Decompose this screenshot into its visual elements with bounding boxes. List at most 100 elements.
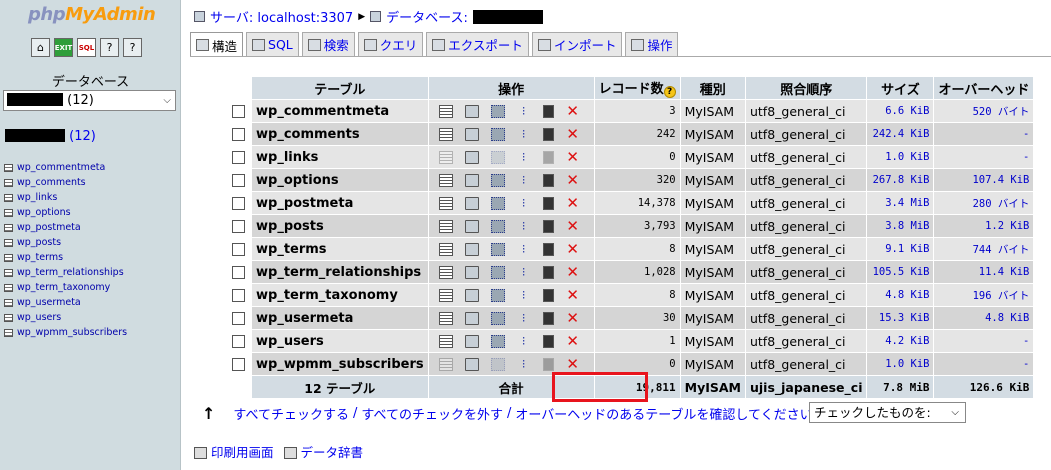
- empty-table-icon[interactable]: [542, 242, 554, 256]
- table-size[interactable]: 4.2 KiB: [867, 330, 934, 352]
- structure-icon[interactable]: [464, 150, 479, 164]
- drop-icon[interactable]: ✕: [566, 333, 580, 348]
- structure-icon[interactable]: [464, 288, 479, 302]
- row-checkbox[interactable]: [232, 196, 245, 210]
- browse-icon[interactable]: [438, 265, 453, 279]
- browse-icon[interactable]: [438, 150, 453, 164]
- drop-icon[interactable]: ✕: [566, 172, 580, 187]
- table-name[interactable]: wp_postmeta: [252, 192, 428, 214]
- browse-icon[interactable]: [438, 104, 453, 118]
- empty-table-icon[interactable]: [542, 173, 554, 187]
- insert-icon[interactable]: ⁝: [517, 265, 531, 279]
- browse-icon[interactable]: [438, 357, 453, 371]
- drop-icon[interactable]: ✕: [566, 241, 580, 256]
- search-icon[interactable]: [490, 196, 505, 210]
- drop-icon[interactable]: ✕: [566, 310, 580, 325]
- insert-icon[interactable]: ⁝: [517, 334, 531, 348]
- row-checkbox[interactable]: [232, 242, 245, 256]
- sidebar-table-item[interactable]: wp_commentmeta: [4, 160, 127, 175]
- table-overhead[interactable]: -: [934, 123, 1034, 145]
- table-size[interactable]: 3.8 MiB: [867, 215, 934, 237]
- insert-icon[interactable]: ⁝: [517, 196, 531, 210]
- empty-table-icon[interactable]: [542, 265, 554, 279]
- table-overhead[interactable]: 280 バイト: [934, 192, 1034, 214]
- header-table[interactable]: テーブル: [252, 77, 428, 99]
- sidebar-table-item[interactable]: wp_links: [4, 190, 127, 205]
- drop-icon[interactable]: ✕: [566, 149, 580, 164]
- empty-table-icon[interactable]: [542, 219, 554, 233]
- table-size[interactable]: 242.4 KiB: [867, 123, 934, 145]
- exit-icon[interactable]: EXIT: [54, 38, 73, 57]
- search-icon[interactable]: [490, 357, 505, 371]
- row-checkbox[interactable]: [232, 173, 245, 187]
- table-overhead[interactable]: 4.8 KiB: [934, 307, 1034, 329]
- structure-icon[interactable]: [464, 104, 479, 118]
- table-size[interactable]: 1.0 KiB: [867, 353, 934, 375]
- table-overhead[interactable]: -: [934, 330, 1034, 352]
- uncheck-all-link[interactable]: すべてのチェックを外す: [361, 404, 503, 423]
- table-overhead[interactable]: -: [934, 146, 1034, 168]
- row-checkbox[interactable]: [232, 104, 245, 118]
- table-name[interactable]: wp_commentmeta: [252, 100, 428, 122]
- table-name[interactable]: wp_posts: [252, 215, 428, 237]
- search-icon[interactable]: [490, 104, 505, 118]
- search-icon[interactable]: [490, 265, 505, 279]
- drop-icon[interactable]: ✕: [566, 195, 580, 210]
- browse-icon[interactable]: [438, 311, 453, 325]
- sidebar-table-item[interactable]: wp_posts: [4, 235, 127, 250]
- table-name[interactable]: wp_term_relationships: [252, 261, 428, 283]
- database-link[interactable]: (12): [5, 129, 96, 144]
- browse-icon[interactable]: [438, 196, 453, 210]
- insert-icon[interactable]: ⁝: [517, 357, 531, 371]
- sidebar-table-item[interactable]: wp_term_taxonomy: [4, 280, 127, 295]
- insert-icon[interactable]: ⁝: [517, 150, 531, 164]
- database-select[interactable]: (12) ⌵: [3, 90, 176, 111]
- structure-icon[interactable]: [464, 127, 479, 141]
- row-checkbox[interactable]: [232, 150, 245, 164]
- documentation-icon[interactable]: ?: [100, 38, 119, 57]
- sidebar-table-item[interactable]: wp_users: [4, 310, 127, 325]
- row-checkbox[interactable]: [232, 334, 245, 348]
- insert-icon[interactable]: ⁝: [517, 242, 531, 256]
- empty-table-icon[interactable]: [542, 150, 554, 164]
- tab-import[interactable]: インポート: [531, 32, 623, 56]
- table-name[interactable]: wp_links: [252, 146, 428, 168]
- search-icon[interactable]: [490, 150, 505, 164]
- empty-table-icon[interactable]: [542, 127, 554, 141]
- row-checkbox[interactable]: [232, 288, 245, 302]
- table-size[interactable]: 105.5 KiB: [867, 261, 934, 283]
- tab-query[interactable]: クエリ: [357, 32, 424, 56]
- empty-table-icon[interactable]: [542, 334, 554, 348]
- breadcrumb-server[interactable]: サーバ: localhost:3307: [210, 7, 353, 26]
- structure-icon[interactable]: [464, 357, 479, 371]
- empty-table-icon[interactable]: [542, 104, 554, 118]
- sidebar-table-item[interactable]: wp_wpmm_subscribers: [4, 325, 127, 340]
- drop-icon[interactable]: ✕: [566, 356, 580, 371]
- structure-icon[interactable]: [464, 334, 479, 348]
- browse-icon[interactable]: [438, 242, 453, 256]
- drop-icon[interactable]: ✕: [566, 264, 580, 279]
- empty-table-icon[interactable]: [542, 288, 554, 302]
- phpmyadmin-logo[interactable]: phpMyAdmin: [28, 4, 156, 25]
- table-name[interactable]: wp_wpmm_subscribers: [252, 353, 428, 375]
- check-overhead-link[interactable]: オーバーヘッドのあるテーブルを確認してください: [515, 404, 812, 423]
- sql-docs-icon[interactable]: ?: [123, 38, 142, 57]
- search-icon[interactable]: [490, 127, 505, 141]
- home-icon[interactable]: ⌂: [31, 38, 50, 57]
- empty-table-icon[interactable]: [542, 311, 554, 325]
- table-size[interactable]: 4.8 KiB: [867, 284, 934, 306]
- search-icon[interactable]: [490, 173, 505, 187]
- search-icon[interactable]: [490, 219, 505, 233]
- empty-table-icon[interactable]: [542, 196, 554, 210]
- header-overhead[interactable]: オーバーヘッド: [934, 77, 1034, 99]
- header-collation[interactable]: 照合順序: [745, 77, 867, 99]
- structure-icon[interactable]: [464, 265, 479, 279]
- structure-icon[interactable]: [464, 173, 479, 187]
- search-icon[interactable]: [490, 242, 505, 256]
- sidebar-table-item[interactable]: wp_options: [4, 205, 127, 220]
- row-checkbox[interactable]: [232, 219, 245, 233]
- structure-icon[interactable]: [464, 242, 479, 256]
- insert-icon[interactable]: ⁝: [517, 288, 531, 302]
- sidebar-table-item[interactable]: wp_comments: [4, 175, 127, 190]
- sidebar-table-item[interactable]: wp_postmeta: [4, 220, 127, 235]
